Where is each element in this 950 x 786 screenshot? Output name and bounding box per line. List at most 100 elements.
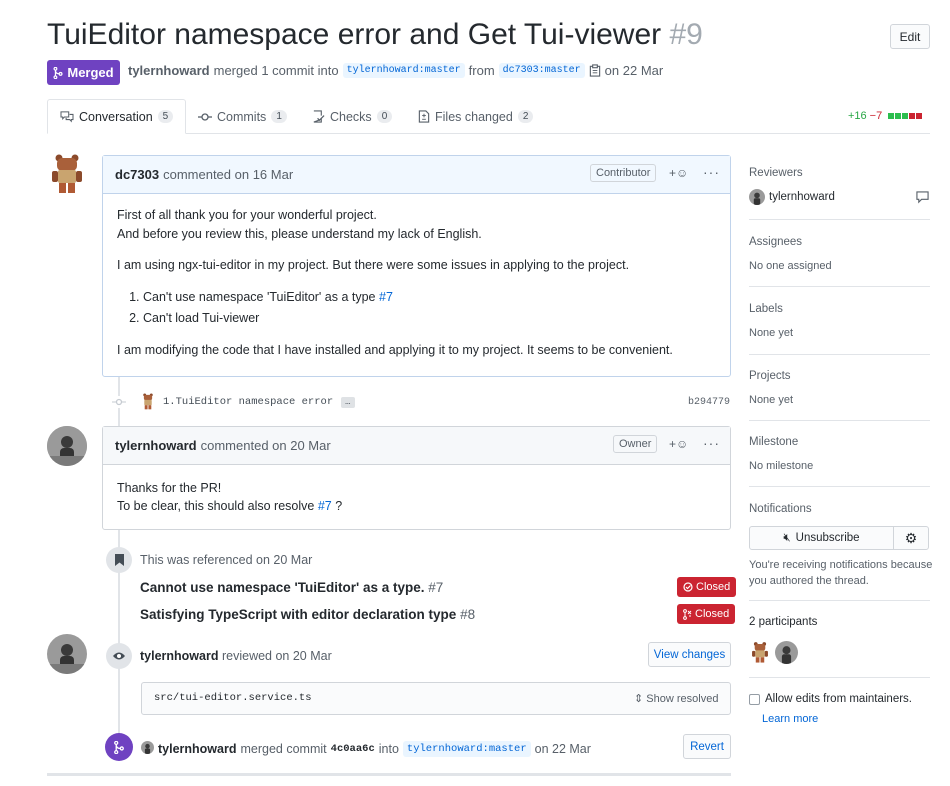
tab-checks-count: 0 — [376, 110, 393, 123]
diff-block — [916, 113, 923, 119]
show-resolved-toggle[interactable]: ⇕ Show resolved — [634, 692, 718, 705]
tab-commits[interactable]: Commits 1 — [198, 99, 287, 134]
notification-reason: You're receiving notifications because y… — [749, 557, 932, 589]
merge-target-branch[interactable]: tylernhoward:master — [402, 741, 531, 757]
pr-meta: tylernhoward merged 1 commit into tylern… — [128, 63, 663, 78]
tylernhoward-avatar[interactable] — [47, 634, 87, 674]
commit-author-avatar[interactable] — [141, 393, 155, 410]
closed-label: Closed — [696, 581, 731, 593]
issue-ref-link[interactable]: #7 — [318, 499, 332, 513]
merge-author[interactable]: tylernhoward — [158, 742, 237, 756]
add-reaction-icon[interactable]: +☺ — [669, 166, 688, 180]
review-file-path[interactable]: src/tui-editor.service.ts — [154, 692, 312, 704]
closed-label: Closed — [695, 608, 730, 620]
tab-commits-label: Commits — [217, 109, 267, 124]
comment-discussion-icon — [60, 110, 74, 123]
reference-title[interactable]: Satisfying TypeScript with editor declar… — [140, 607, 456, 622]
issue-ref-link[interactable]: #7 — [379, 290, 393, 304]
sidebar-divider — [749, 677, 930, 678]
assignees-heading[interactable]: Assignees — [749, 236, 802, 248]
reference-text: This was referenced on 20 Mar — [140, 553, 313, 567]
base-branch[interactable]: tylernhoward:master — [342, 63, 465, 78]
revert-button[interactable]: Revert — [683, 734, 731, 759]
comment-menu-icon[interactable]: ··· — [703, 164, 720, 180]
reviewer-avatar[interactable] — [749, 189, 765, 205]
merge-date: on 22 Mar — [604, 63, 664, 78]
bearbrick-avatar[interactable] — [50, 154, 84, 194]
comment-paragraph: I am using ngx-tui-editor in my project.… — [117, 258, 630, 272]
allow-edits-label: Allow edits from maintainers. — [765, 693, 912, 705]
tab-checks[interactable]: Checks 0 — [312, 99, 393, 134]
comment-author[interactable]: tylernhoward — [115, 438, 197, 453]
reference-title[interactable]: Cannot use namespace 'TuiEditor' as a ty… — [140, 580, 425, 595]
head-branch[interactable]: dc7303:master — [498, 63, 585, 78]
diff-block — [902, 113, 909, 119]
clipboard-icon[interactable] — [589, 64, 601, 77]
projects-value: None yet — [749, 394, 794, 406]
sidebar-divider — [749, 600, 930, 601]
comment-time[interactable]: commented on 20 Mar — [201, 438, 331, 453]
view-changes-button[interactable]: View changes — [648, 642, 731, 667]
participant-avatar-tylernhoward[interactable] — [775, 641, 798, 664]
assignees-value: No one assigned — [749, 260, 832, 272]
diff-block — [888, 113, 895, 119]
issue-closed-icon — [683, 582, 693, 592]
comment-menu-icon[interactable]: ··· — [703, 435, 720, 451]
milestone-heading[interactable]: Milestone — [749, 436, 798, 448]
avatar-photo — [47, 634, 87, 674]
notification-settings-gear-icon[interactable]: ⚙ — [893, 526, 929, 550]
from-text: from — [468, 63, 495, 78]
pr-closed-icon — [683, 608, 692, 620]
reference-item[interactable]: Cannot use namespace 'TuiEditor' as a ty… — [140, 580, 443, 595]
tab-checks-label: Checks — [330, 109, 372, 124]
merged-label: Merged — [67, 65, 114, 80]
merge-commit-sha[interactable]: 4c0aa6c — [331, 743, 375, 755]
comment-tylernhoward: tylernhoward commented on 20 Mar Owner +… — [102, 426, 731, 530]
tab-commits-count: 1 — [271, 110, 287, 123]
comment-author[interactable]: dc7303 — [115, 167, 159, 182]
bookmark-icon — [106, 547, 132, 573]
allow-edits-row: Allow edits from maintainers. — [749, 693, 912, 705]
tylernhoward-avatar[interactable] — [47, 426, 87, 466]
pr-author-link[interactable]: tylernhoward — [128, 63, 210, 78]
comment-line-end: ? — [335, 499, 343, 513]
merged-state-badge: Merged — [47, 60, 120, 85]
reviewers-heading[interactable]: Reviewers — [749, 167, 803, 179]
commit-sha-link[interactable]: b294779 — [688, 397, 730, 408]
diffstat: +16 −7 — [848, 110, 923, 122]
comment-time[interactable]: commented on 16 Mar — [163, 167, 293, 182]
diff-additions: +16 — [848, 110, 867, 122]
reference-number: #8 — [460, 607, 476, 622]
diff-deletions: −7 — [869, 110, 883, 122]
tab-conversation[interactable]: Conversation 5 — [47, 99, 187, 134]
review-header: tylernhoward reviewed on 20 Mar — [140, 649, 332, 663]
commit-expand-button[interactable]: … — [341, 396, 355, 408]
merge-author-avatar[interactable] — [141, 741, 154, 754]
allow-edits-checkbox[interactable] — [749, 693, 760, 705]
labels-heading[interactable]: Labels — [749, 303, 783, 315]
review-time[interactable]: reviewed on 20 Mar — [222, 649, 332, 663]
closed-state-badge: Closed — [677, 577, 737, 597]
learn-more-link[interactable]: Learn more — [762, 713, 818, 725]
add-reaction-icon[interactable]: +☺ — [669, 437, 688, 451]
comment-icon[interactable] — [916, 191, 929, 204]
review-file-summary[interactable]: src/tui-editor.service.ts ⇕ Show resolve… — [141, 682, 731, 715]
reviewer-name[interactable]: tylernhoward — [769, 191, 835, 203]
edit-button[interactable]: Edit — [890, 24, 930, 49]
tab-files-label: Files changed — [435, 109, 513, 124]
reference-item[interactable]: Satisfying TypeScript with editor declar… — [140, 607, 475, 622]
commit-message-link[interactable]: 1.TuiEditor namespace error — [163, 396, 333, 408]
projects-heading[interactable]: Projects — [749, 370, 791, 382]
merge-verb: merged commit — [240, 742, 327, 756]
participant-avatar-dc7303[interactable] — [751, 641, 769, 664]
review-author[interactable]: tylernhoward — [140, 649, 219, 663]
tab-files-changed[interactable]: Files changed 2 — [418, 99, 534, 134]
merge-into: into — [378, 742, 399, 756]
comment-body: Thanks for the PR! To be clear, this sho… — [103, 465, 730, 527]
sidebar-divider — [749, 219, 930, 220]
sidebar-divider — [749, 420, 930, 421]
comment-line: To be clear, this should also resolve — [117, 499, 315, 513]
unsubscribe-button[interactable]: 🔇︎ Unsubscribe — [749, 526, 894, 550]
participants-heading: 2 participants — [749, 616, 818, 628]
milestone-value: No milestone — [749, 460, 814, 472]
